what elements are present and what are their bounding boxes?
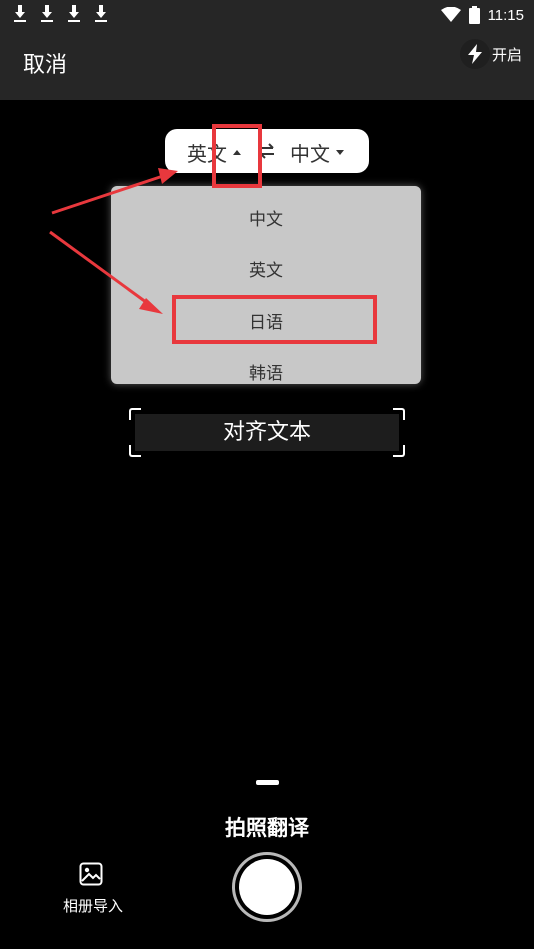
download-icon bbox=[68, 5, 80, 22]
album-import-button[interactable]: 相册导入 bbox=[58, 860, 128, 920]
annotation-box-japanese bbox=[172, 295, 377, 344]
wifi-icon bbox=[440, 7, 461, 22]
drag-handle[interactable] bbox=[256, 780, 279, 785]
mode-title: 拍照翻译 bbox=[225, 816, 309, 840]
frame-corner bbox=[129, 408, 141, 420]
status-bar: 11:15 bbox=[0, 0, 534, 30]
target-language-label: 中文 bbox=[290, 142, 330, 166]
download-icon bbox=[41, 5, 53, 22]
language-selector: 英文 中文 bbox=[165, 129, 369, 173]
dropdown-item-chinese[interactable]: 中文 bbox=[111, 205, 421, 230]
album-import-label: 相册导入 bbox=[62, 897, 123, 915]
image-icon bbox=[79, 862, 103, 886]
align-hint: 对齐文本 bbox=[135, 414, 399, 451]
frame-corner bbox=[129, 445, 141, 457]
battery-icon bbox=[468, 6, 480, 24]
flash-toggle[interactable]: 开启 bbox=[459, 38, 522, 70]
app-bar: 取消 开启 bbox=[0, 30, 534, 100]
flash-label: 开启 bbox=[491, 45, 522, 64]
download-icon bbox=[14, 5, 26, 22]
dropdown-item-korean[interactable]: 韩语 bbox=[111, 359, 421, 384]
caret-down-icon bbox=[336, 150, 344, 155]
flash-icon bbox=[459, 39, 490, 69]
status-indicators: 11:15 bbox=[440, 4, 524, 26]
frame-corner bbox=[393, 408, 405, 420]
frame-corner bbox=[393, 445, 405, 457]
annotation-box-caret bbox=[212, 124, 262, 188]
status-time: 11:15 bbox=[487, 6, 524, 24]
cancel-button[interactable]: 取消 bbox=[23, 47, 67, 79]
target-language-button[interactable]: 中文 bbox=[290, 138, 344, 167]
shutter-button[interactable] bbox=[239, 859, 295, 915]
align-text-frame: 对齐文本 bbox=[129, 408, 405, 457]
download-icon bbox=[95, 5, 107, 22]
language-dropdown: 中文 英文 日语 韩语 bbox=[111, 186, 421, 384]
dropdown-item-english[interactable]: 英文 bbox=[111, 256, 421, 281]
